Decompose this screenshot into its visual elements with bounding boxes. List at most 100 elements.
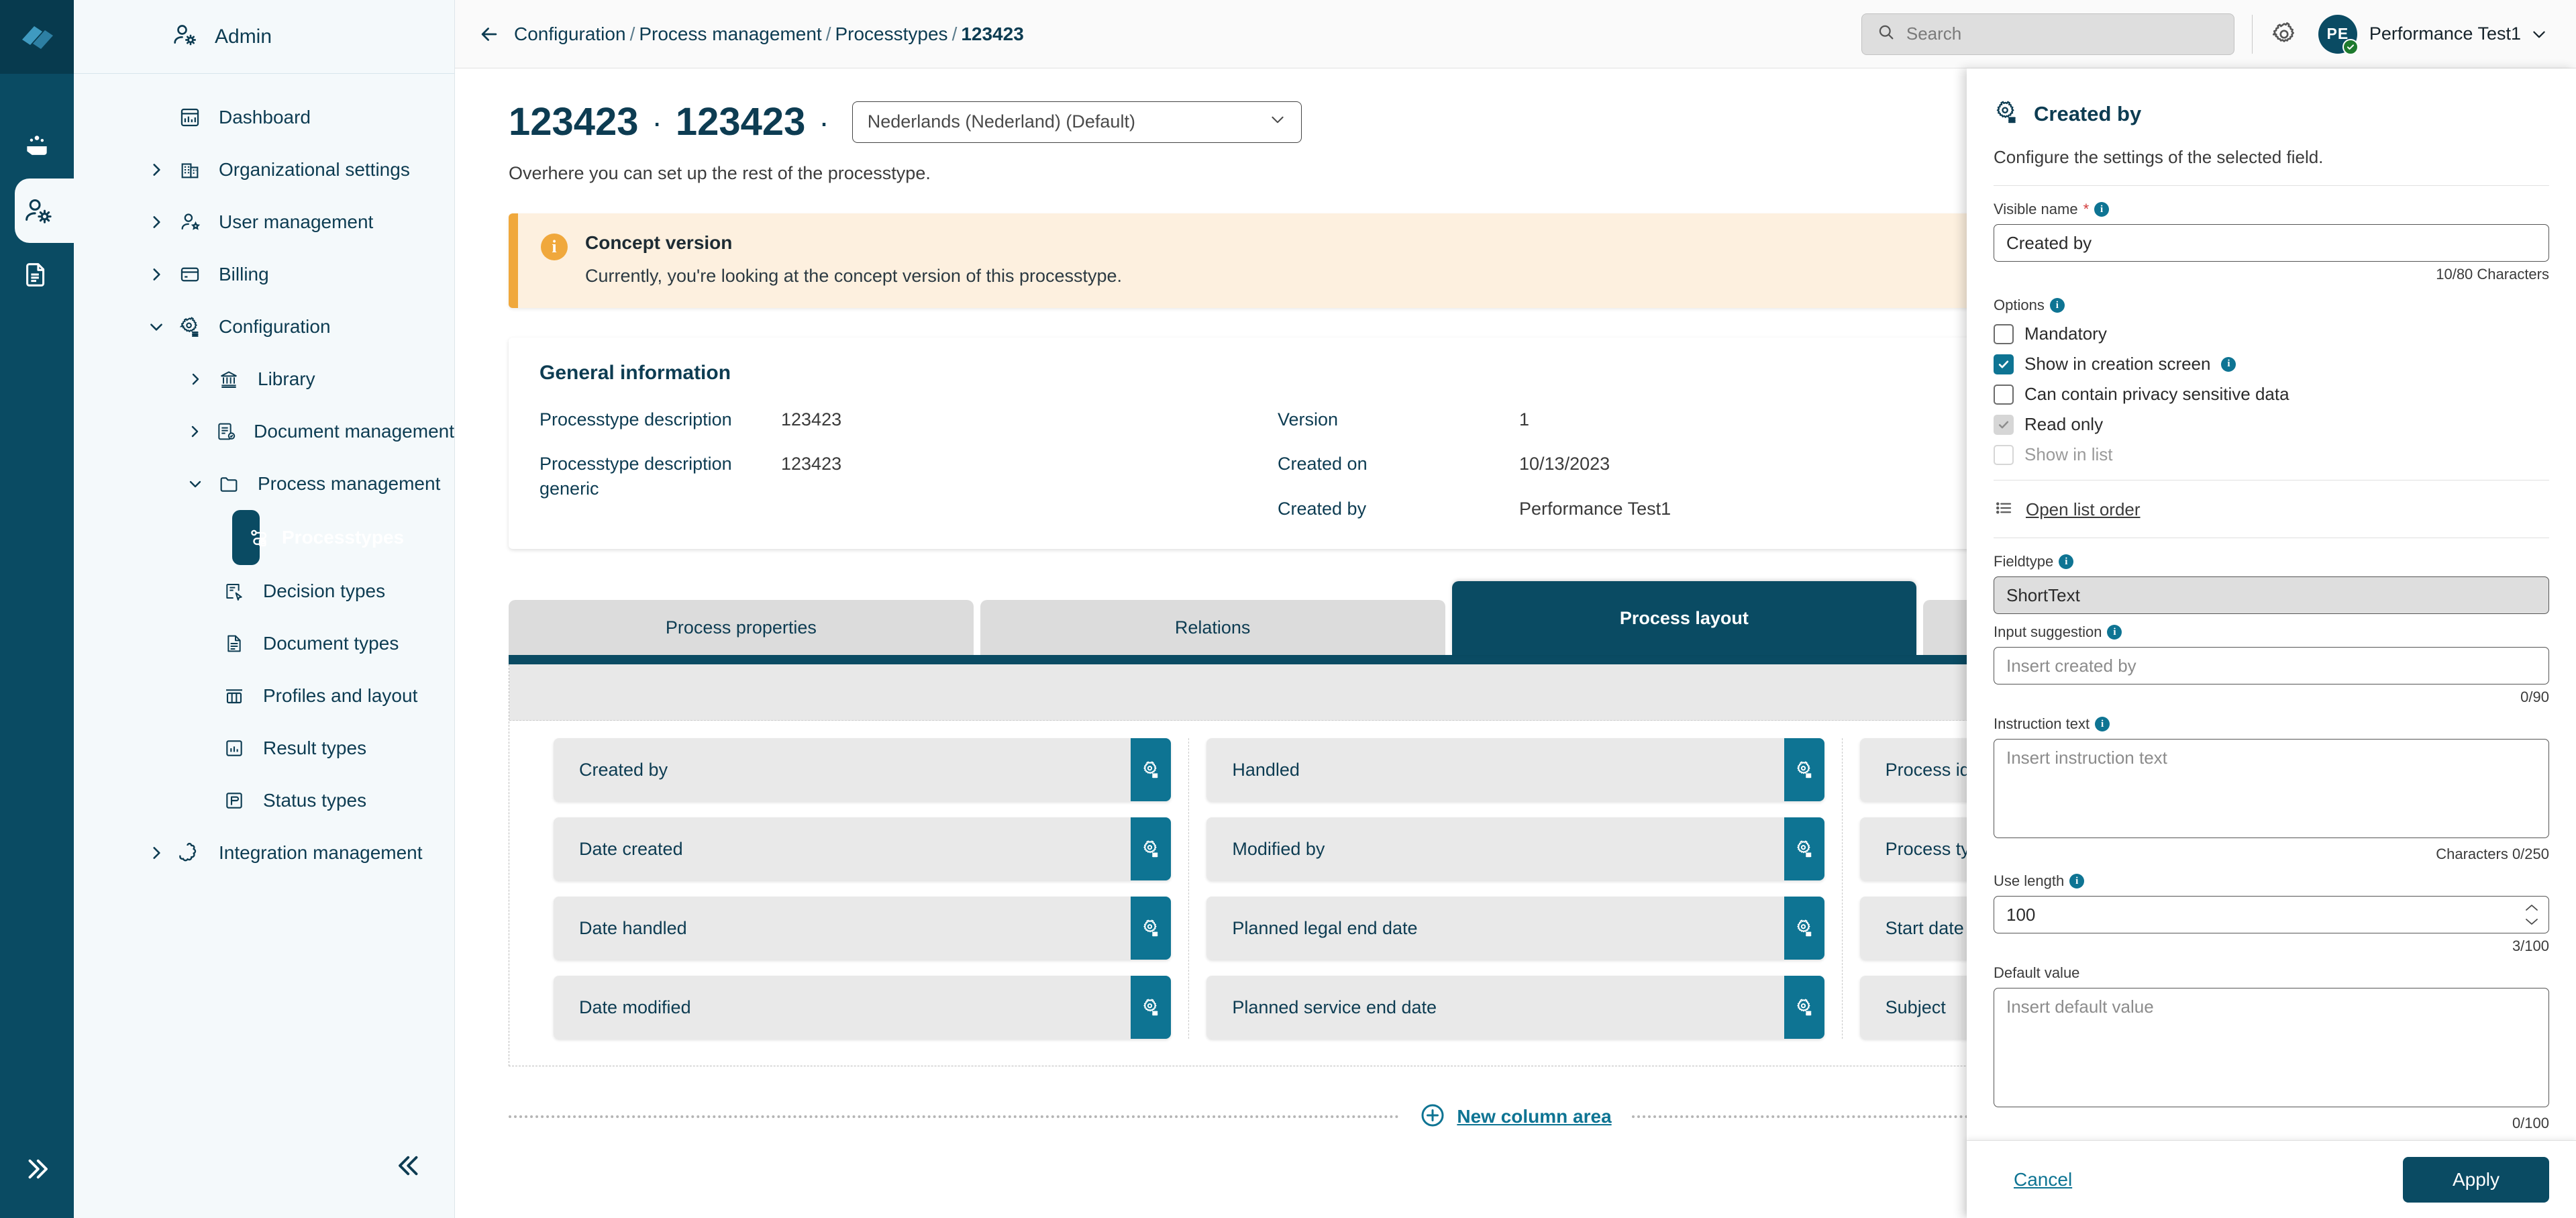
search-input[interactable] [1906,23,2219,44]
apply-button[interactable]: Apply [2403,1157,2549,1203]
rail-item-teams[interactable] [0,114,74,179]
field-card[interactable]: Created by [554,738,1171,801]
process-icon [248,526,271,549]
breadcrumb: Configuration/Process management/Process… [514,23,1024,45]
default-value-counter: 0/100 [1994,1115,2549,1132]
tab-process-properties[interactable]: Process properties [509,600,974,655]
open-list-order-link[interactable]: Open list order [1994,498,2549,521]
input-suggestion-label-row: Input suggestion i [1994,623,2549,641]
info-icon[interactable]: i [2094,202,2109,217]
info-icon[interactable]: i [2221,357,2236,372]
default-value-textarea[interactable] [1994,988,2549,1107]
sidebar-item-user-management[interactable]: User management [74,196,454,248]
rail-item-documents[interactable] [0,243,74,307]
sidebar-item-dashboard[interactable]: Dashboard [74,91,454,144]
field-settings-gear-icon[interactable] [1784,738,1824,801]
checkbox-privacy-sensitive[interactable] [1994,385,2014,405]
breadcrumb-item-0[interactable]: Configuration [514,23,626,44]
field-card[interactable]: Planned service end date [1206,976,1824,1039]
app-logo-icon[interactable] [0,0,74,74]
rail-item-admin[interactable] [0,179,74,243]
chevron-down-icon[interactable] [2530,26,2548,43]
sidebar-item-document-types[interactable]: Document types [74,617,454,670]
sidebar-item-label: User management [208,211,373,233]
sidebar-item-configuration[interactable]: Configuration [74,301,454,353]
sidebar-item-label: Library [247,368,315,390]
input-suggestion-input[interactable] [1994,647,2549,684]
tab-relations[interactable]: Relations [980,600,1445,655]
spinner-up-icon[interactable] [2524,903,2540,913]
gear-icon[interactable] [2270,20,2298,48]
sidebar-item-document-management[interactable]: Document management [74,405,454,458]
option-privacy-sensitive[interactable]: Can contain privacy sensitive data [1994,384,2549,405]
sidebar-item-label: Integration management [208,842,423,864]
rail-collapse-button[interactable] [0,1155,74,1183]
visible-name-input[interactable] [1994,224,2549,262]
sidebar-collapse-button[interactable] [395,1152,423,1183]
user-gear-icon [170,21,197,52]
option-mandatory[interactable]: Mandatory [1994,323,2549,344]
field-settings-gear-icon[interactable] [1784,897,1824,960]
info-value: 123423 [781,407,841,432]
info-icon[interactable]: i [2069,874,2084,889]
field-settings-gear-icon[interactable] [1784,817,1824,880]
info-icon[interactable]: i [2107,625,2122,640]
info-value: Performance Test1 [1519,497,1671,521]
field-settings-gear-icon[interactable] [1131,817,1171,880]
sidebar-item-organizational-settings[interactable]: Organizational settings [74,144,454,196]
user-menu[interactable]: PE [2318,15,2357,54]
field-settings-gear-icon[interactable] [1131,738,1171,801]
alert-title: Concept version [585,232,1122,254]
info-icon[interactable]: i [2095,717,2110,731]
language-select[interactable]: Nederlands (Nederland) (Default) [852,101,1302,143]
field-settings-gear-icon[interactable] [1784,976,1824,1039]
sidebar-item-process-management[interactable]: Process management [74,458,454,510]
sidebar-item-library[interactable]: Library [74,353,454,405]
checkbox-show-in-creation-screen[interactable] [1994,354,2014,374]
bank-icon [211,368,247,390]
field-card[interactable]: Date modified [554,976,1171,1039]
sidebar-item-result-types[interactable]: Result types [74,722,454,774]
search-box[interactable] [1861,13,2234,55]
arrow-left-icon[interactable] [478,23,501,46]
columns-icon [216,685,252,707]
use-length-input[interactable] [1994,896,2549,933]
instruction-text-textarea[interactable] [1994,739,2549,838]
info-icon[interactable]: i [2059,554,2073,569]
dashboard-icon [172,106,208,129]
user-name-label: Performance Test1 [2369,23,2521,44]
status-badge [2342,39,2359,55]
visible-name-counter: 10/80 Characters [1994,266,2549,283]
field-settings-gear-icon[interactable] [1131,976,1171,1039]
field-card[interactable]: Planned legal end date [1206,897,1824,960]
cancel-button[interactable]: Cancel [1994,1160,2092,1200]
field-card[interactable]: Date handled [554,897,1171,960]
sidebar-item-label: Profiles and layout [252,685,417,707]
field-card-label: Start date [1886,918,1964,939]
new-column-area-button[interactable]: New column area [1399,1102,1631,1132]
sidebar-item-processtypes[interactable]: Processtypes [232,510,260,565]
field-card-label: Planned service end date [1232,997,1437,1018]
field-card[interactable]: Date created [554,817,1171,880]
spinner-down-icon[interactable] [2524,916,2540,927]
input-suggestion-counter: 0/90 [1994,689,2549,706]
checkbox-mandatory[interactable] [1994,324,2014,344]
sidebar-item-billing[interactable]: Billing [74,248,454,301]
checkbox-read-only [1994,415,2014,435]
input-suggestion-field: Input suggestion i 0/90 [1994,623,2549,706]
breadcrumb-item-1[interactable]: Process management [639,23,821,44]
option-show-in-creation-screen[interactable]: Show in creation screen i [1994,354,2549,374]
sidebar-item-integration-management[interactable]: Integration management [74,827,454,879]
field-card[interactable]: Modified by [1206,817,1824,880]
breadcrumb-item-2[interactable]: Processtypes [835,23,947,44]
sidebar-item-label: Decision types [252,580,385,602]
tab-process-layout[interactable]: Process layout [1452,581,1917,655]
field-settings-gear-icon[interactable] [1131,897,1171,960]
sidebar-item-profiles-and-layout[interactable]: Profiles and layout [74,670,454,722]
field-card[interactable]: Handled [1206,738,1824,801]
title-separator: · [652,104,662,140]
sidebar-item-decision-types[interactable]: Decision types [74,565,454,617]
visible-name-label-row: Visible name * i [1994,201,2549,218]
sidebar-item-status-types[interactable]: Status types [74,774,454,827]
info-icon[interactable]: i [2050,298,2065,313]
